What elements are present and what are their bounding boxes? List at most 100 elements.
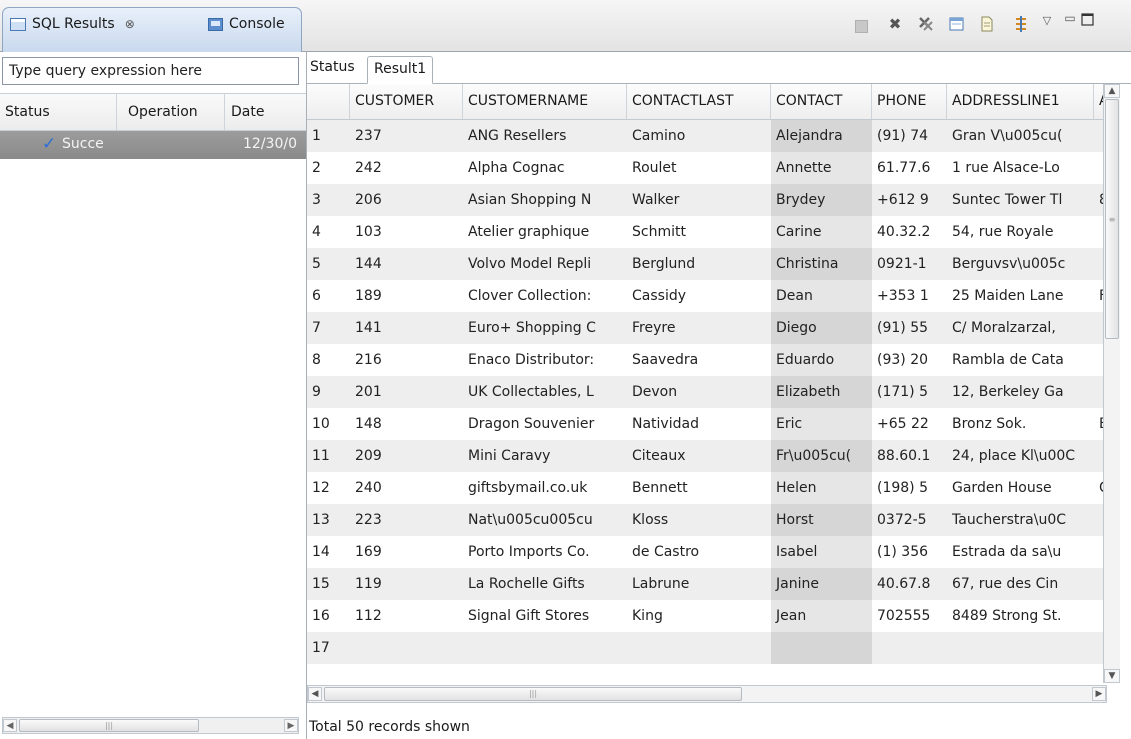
cell-customer[interactable]: 112 xyxy=(350,600,463,632)
cell-customername[interactable]: Signal Gift Stores xyxy=(463,600,627,632)
cell-a[interactable]: C xyxy=(1094,472,1103,504)
cell-contact[interactable]: Fr\u005cu( xyxy=(771,440,872,472)
cell-addressline1[interactable]: C/ Moralzarzal, xyxy=(947,312,1094,344)
column-header-customer[interactable]: CUSTOMER xyxy=(350,84,463,119)
table-row[interactable]: 17 xyxy=(307,632,1103,664)
cell-customer[interactable]: 201 xyxy=(350,376,463,408)
table-row[interactable]: 3 206 Asian Shopping N Walker Brydey +612 9 Su… xyxy=(307,184,1103,216)
cell-contact[interactable]: Diego xyxy=(771,312,872,344)
cell-a[interactable] xyxy=(1094,120,1103,152)
cell-customer[interactable]: 141 xyxy=(350,312,463,344)
cell-a[interactable] xyxy=(1094,600,1103,632)
table-row[interactable]: 12 240 giftsbymail.co.uk Bennett Helen (198) … xyxy=(307,472,1103,504)
cell-row-number[interactable]: 14 xyxy=(307,536,350,568)
scrollbar-thumb[interactable]: ≡ xyxy=(1105,99,1119,339)
cell-phone[interactable]: 0372-5 xyxy=(872,504,947,536)
cell-addressline1[interactable]: 25 Maiden Lane xyxy=(947,280,1094,312)
table-row[interactable]: 2 242 Alpha Cognac Roulet Annette 61.77.6 1 ru… xyxy=(307,152,1103,184)
cell-customername[interactable]: Dragon Souvenier xyxy=(463,408,627,440)
cell-phone[interactable]: 702555 xyxy=(872,600,947,632)
history-horizontal-scrollbar[interactable]: ◀ ||| ▶ xyxy=(2,717,299,734)
cell-contact[interactable]: Eric xyxy=(771,408,872,440)
cell-addressline1[interactable]: 24, place Kl\u00C xyxy=(947,440,1094,472)
cell-contactlast[interactable]: Cassidy xyxy=(627,280,771,312)
scroll-right-icon[interactable]: ▶ xyxy=(284,719,298,732)
scrollbar-thumb[interactable]: ||| xyxy=(324,687,742,701)
query-expression-input[interactable] xyxy=(2,57,299,85)
cell-customername[interactable]: Clover Collection: xyxy=(463,280,627,312)
cell-customername[interactable]: giftsbymail.co.uk xyxy=(463,472,627,504)
cell-contactlast[interactable]: Kloss xyxy=(627,504,771,536)
cell-phone[interactable]: 0921-1 xyxy=(872,248,947,280)
cell-a[interactable]: 8 xyxy=(1094,184,1103,216)
cell-phone[interactable]: +65 22 xyxy=(872,408,947,440)
cell-addressline1[interactable]: 1 rue Alsace-Lo xyxy=(947,152,1094,184)
cell-contact[interactable]: Brydey xyxy=(771,184,872,216)
cell-addressline1[interactable]: Estrada da sa\u xyxy=(947,536,1094,568)
cell-customer[interactable]: 189 xyxy=(350,280,463,312)
column-header-status[interactable]: Status xyxy=(0,94,117,130)
cell-contact[interactable]: Helen xyxy=(771,472,872,504)
save-icon[interactable] xyxy=(978,15,996,33)
cell-phone[interactable]: 61.77.6 xyxy=(872,152,947,184)
cell-row-number[interactable]: 8 xyxy=(307,344,350,376)
cell-addressline1[interactable]: 54, rue Royale xyxy=(947,216,1094,248)
history-row[interactable]: ✓ Succe 12/30/0 xyxy=(0,131,306,159)
cell-contact[interactable]: Isabel xyxy=(771,536,872,568)
tab-console[interactable]: Console xyxy=(208,16,285,32)
cell-row-number[interactable]: 11 xyxy=(307,440,350,472)
scroll-up-icon[interactable]: ▲ xyxy=(1104,84,1120,98)
table-row[interactable]: 14 169 Porto Imports Co. de Castro Isabel (1)… xyxy=(307,536,1103,568)
cell-a[interactable] xyxy=(1094,248,1103,280)
cell-customername[interactable]: Alpha Cognac xyxy=(463,152,627,184)
scroll-left-icon[interactable]: ◀ xyxy=(308,687,322,701)
cell-contact[interactable]: Christina xyxy=(771,248,872,280)
cell-customer[interactable]: 169 xyxy=(350,536,463,568)
cell-customername[interactable]: Atelier graphique xyxy=(463,216,627,248)
cell-row-number[interactable]: 3 xyxy=(307,184,350,216)
close-icon[interactable]: ⊗ xyxy=(125,17,135,31)
cell-customername[interactable]: UK Collectables, L xyxy=(463,376,627,408)
cell-addressline1[interactable]: Taucherstra\u0C xyxy=(947,504,1094,536)
minimize-icon[interactable]: ▭ xyxy=(1061,9,1079,27)
cell-contact[interactable]: Annette xyxy=(771,152,872,184)
cell-row-number[interactable]: 7 xyxy=(307,312,350,344)
cell-a[interactable] xyxy=(1094,568,1103,600)
column-header-addressline1[interactable]: ADDRESSLINE1 xyxy=(947,84,1094,119)
cell-customer[interactable]: 119 xyxy=(350,568,463,600)
cell-a[interactable] xyxy=(1094,216,1103,248)
cell-phone[interactable]: (171) 5 xyxy=(872,376,947,408)
cell-a[interactable] xyxy=(1094,376,1103,408)
cell-contactlast[interactable]: Bennett xyxy=(627,472,771,504)
cell-contactlast[interactable]: Walker xyxy=(627,184,771,216)
column-header-contact[interactable]: CONTACT xyxy=(771,84,872,119)
tab-sql-results[interactable]: SQL Results ⊗ xyxy=(10,16,135,32)
cell-contactlast[interactable]: Camino xyxy=(627,120,771,152)
column-header-operation[interactable]: Operation xyxy=(117,94,225,130)
cell-contactlast[interactable] xyxy=(627,632,771,664)
table-row[interactable]: 1 237 ANG Resellers Camino Alejandra (91) 74 G… xyxy=(307,120,1103,152)
cell-customer[interactable]: 206 xyxy=(350,184,463,216)
cell-customer[interactable]: 223 xyxy=(350,504,463,536)
cell-phone[interactable] xyxy=(872,632,947,664)
cell-contact[interactable]: Alejandra xyxy=(771,120,872,152)
cell-contactlast[interactable]: King xyxy=(627,600,771,632)
cell-phone[interactable]: (1) 356 xyxy=(872,536,947,568)
cell-customername[interactable]: Porto Imports Co. xyxy=(463,536,627,568)
table-row[interactable]: 16 112 Signal Gift Stores King Jean 702555 848… xyxy=(307,600,1103,632)
table-row[interactable]: 5 144 Volvo Model Repli Berglund Christina 09… xyxy=(307,248,1103,280)
cell-customer[interactable]: 237 xyxy=(350,120,463,152)
table-row[interactable]: 6 189 Clover Collection: Cassidy Dean +353 12… xyxy=(307,280,1103,312)
subtab-status[interactable]: Status xyxy=(310,59,355,75)
cell-a[interactable]: F xyxy=(1094,280,1103,312)
remove-all-icon[interactable] xyxy=(917,15,935,33)
cell-contactlast[interactable]: de Castro xyxy=(627,536,771,568)
cell-phone[interactable]: (91) 55 xyxy=(872,312,947,344)
table-row[interactable]: 11 209 Mini Caravy Citeaux Fr\u005cu(88.60.1… xyxy=(307,440,1103,472)
cell-addressline1[interactable]: Rambla de Cata xyxy=(947,344,1094,376)
cell-phone[interactable]: 40.67.8 xyxy=(872,568,947,600)
view-menu-icon[interactable]: ▽ xyxy=(1038,11,1056,29)
scroll-left-icon[interactable]: ◀ xyxy=(3,719,17,732)
cell-row-number[interactable]: 10 xyxy=(307,408,350,440)
cell-addressline1[interactable]: 8489 Strong St. xyxy=(947,600,1094,632)
